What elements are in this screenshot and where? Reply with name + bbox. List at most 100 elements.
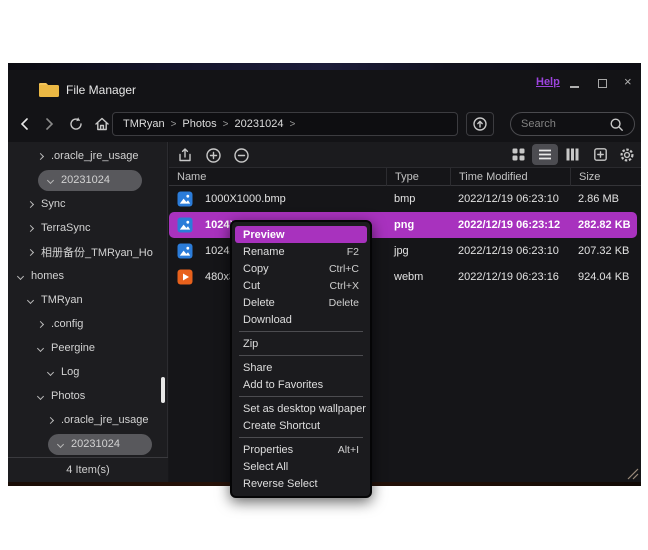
sidebar-item-label: 20231024	[61, 174, 110, 186]
close-button[interactable]: ×	[624, 74, 632, 89]
sidebar-item-label: .oracle_jre_usage	[61, 414, 148, 426]
menu-item-copy[interactable]: Copy Ctrl+C	[235, 260, 367, 277]
chevron-right-icon[interactable]	[37, 152, 44, 159]
forward-icon[interactable]	[42, 116, 56, 132]
share-upload-icon[interactable]	[177, 147, 193, 163]
menu-item-rename[interactable]: Rename F2	[235, 243, 367, 260]
title-bar: File Manager Help ×	[8, 70, 641, 106]
desktop-wallpaper: File Manager Help ×	[8, 63, 641, 486]
file-size: 282.82 KB	[570, 219, 637, 231]
chevron-down-icon[interactable]	[17, 272, 24, 279]
menu-item-download[interactable]: Download	[235, 311, 367, 328]
sidebar-item-label: Photos	[51, 390, 85, 402]
chevron-right-icon[interactable]	[27, 200, 34, 207]
breadcrumb-segment[interactable]: 20231024	[235, 118, 284, 130]
file-modified: 2022/12/19 06:23:10	[450, 193, 570, 205]
add-view-icon[interactable]	[593, 147, 608, 162]
chevron-right-icon[interactable]	[27, 248, 34, 255]
sidebar-item-oracle-jre-usage[interactable]: .oracle_jre_usage	[8, 144, 167, 168]
menu-item-zip[interactable]: Zip	[235, 335, 367, 352]
column-headers: Name Type Time Modified Size	[169, 168, 641, 186]
search-icon[interactable]	[609, 117, 624, 132]
column-view-icon[interactable]	[565, 147, 580, 162]
file-modified: 2022/12/19 06:23:12	[450, 219, 570, 231]
status-bar: 4 Item(s)	[8, 457, 168, 482]
chevron-right-icon[interactable]	[27, 224, 34, 231]
grid-view-icon[interactable]	[511, 147, 526, 162]
menu-item-reverse-select[interactable]: Reverse Select	[235, 475, 367, 492]
sidebar-item-label: Sync	[41, 198, 65, 210]
file-size: 2.86 MB	[570, 193, 641, 205]
chevron-down-icon[interactable]	[27, 296, 34, 303]
go-up-button[interactable]	[466, 112, 494, 136]
image-file-icon	[177, 217, 193, 233]
back-icon[interactable]	[18, 116, 32, 132]
sidebar-item-peergine[interactable]: Peergine	[8, 336, 167, 360]
maximize-button[interactable]	[598, 79, 607, 88]
shortcut-label: Delete	[329, 297, 359, 309]
sidebar-item-label: homes	[31, 270, 64, 282]
sidebar-item-oracle-jre-usage-2[interactable]: .oracle_jre_usage	[8, 408, 167, 432]
chevron-down-icon[interactable]	[37, 392, 44, 399]
menu-item-create-shortcut[interactable]: Create Shortcut	[235, 417, 367, 434]
menu-item-preview[interactable]: Preview	[235, 226, 367, 243]
menu-item-set-as-desktop-wallpaper[interactable]: Set as desktop wallpaper	[235, 400, 367, 417]
shortcut-label: F2	[347, 246, 359, 258]
chevron-right-icon[interactable]	[37, 320, 44, 327]
help-link[interactable]: Help	[536, 76, 560, 88]
chevron-down-icon[interactable]	[47, 176, 54, 183]
menu-item-cut[interactable]: Cut Ctrl+X	[235, 277, 367, 294]
file-modified: 2022/12/19 06:23:10	[450, 245, 570, 257]
resize-handle-icon[interactable]	[627, 468, 639, 480]
breadcrumb-segment[interactable]: TMRyan	[123, 118, 165, 130]
sidebar-item-sync[interactable]: Sync	[8, 192, 167, 216]
breadcrumb-segment[interactable]: Photos	[182, 118, 216, 130]
column-header-size[interactable]: Size	[570, 168, 641, 186]
menu-separator	[239, 355, 363, 356]
menu-separator	[239, 331, 363, 332]
file-size: 924.04 KB	[570, 271, 641, 283]
sidebar-item-label: 20231024	[71, 438, 120, 450]
sidebar-item-config[interactable]: .config	[8, 312, 167, 336]
file-toolbar	[169, 142, 641, 168]
sidebar-item-label: Peergine	[51, 342, 95, 354]
sidebar-item-tmryan[interactable]: TMRyan	[8, 288, 167, 312]
column-header-name[interactable]: Name	[169, 168, 386, 186]
sidebar-item-20231024-2[interactable]: 20231024	[8, 432, 167, 456]
sidebar-item-photos[interactable]: Photos	[8, 384, 167, 408]
menu-item-select-all[interactable]: Select All	[235, 458, 367, 475]
image-file-icon	[177, 243, 193, 259]
minimize-button[interactable]	[570, 86, 579, 88]
zoom-out-icon[interactable]	[233, 147, 250, 164]
menu-item-delete[interactable]: Delete Delete	[235, 294, 367, 311]
navigation-bar: TMRyan > Photos > 20231024 > Search	[8, 106, 641, 142]
sidebar-item-homes[interactable]: homes	[8, 264, 167, 288]
file-name: 1000X1000.bmp	[205, 193, 286, 205]
column-header-type[interactable]: Type	[386, 168, 450, 186]
settings-gear-icon[interactable]	[619, 147, 635, 163]
chevron-down-icon[interactable]	[47, 368, 54, 375]
sidebar-item-20231024[interactable]: 20231024	[8, 168, 167, 192]
folder-tree-sidebar: .oracle_jre_usage 20231024 Sync	[8, 142, 168, 482]
list-view-icon[interactable]	[538, 147, 552, 162]
menu-item-properties[interactable]: Properties Alt+I	[235, 441, 367, 458]
breadcrumb[interactable]: TMRyan > Photos > 20231024 >	[112, 112, 458, 136]
sidebar-scrollbar-thumb[interactable]	[161, 377, 165, 403]
file-modified: 2022/12/19 06:23:16	[450, 271, 570, 283]
search-input[interactable]: Search	[510, 112, 635, 136]
sidebar-item-album-backup[interactable]: 相册备份_TMRyan_Ho	[8, 240, 167, 264]
shortcut-label: Alt+I	[338, 444, 359, 456]
chevron-down-icon[interactable]	[57, 440, 64, 447]
home-icon[interactable]	[94, 116, 110, 132]
menu-item-share[interactable]: Share	[235, 359, 367, 376]
refresh-icon[interactable]	[68, 116, 84, 132]
sidebar-item-terrasync[interactable]: TerraSync	[8, 216, 167, 240]
menu-item-add-to-favorites[interactable]: Add to Favorites	[235, 376, 367, 393]
chevron-right-icon[interactable]	[47, 416, 54, 423]
table-row[interactable]: 1000X1000.bmp bmp 2022/12/19 06:23:10 2.…	[169, 186, 641, 212]
zoom-in-icon[interactable]	[205, 147, 222, 164]
chevron-down-icon[interactable]	[37, 344, 44, 351]
sidebar-item-log[interactable]: Log	[8, 360, 167, 384]
column-header-modified[interactable]: Time Modified	[450, 168, 570, 186]
context-menu: Preview Rename F2 Copy Ctrl+C Cut Ctrl+X…	[230, 220, 372, 498]
